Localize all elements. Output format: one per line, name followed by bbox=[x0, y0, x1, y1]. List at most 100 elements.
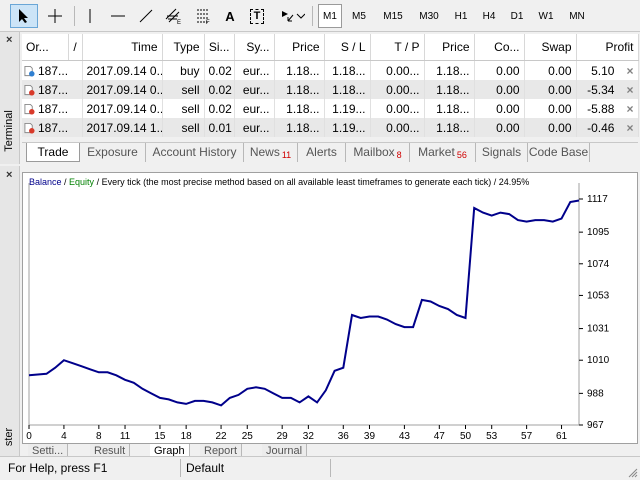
time-cell: 2017.09.14 0... bbox=[82, 60, 163, 80]
horizontal-line-icon[interactable] bbox=[106, 4, 130, 28]
timeframe-m5-button[interactable]: M5 bbox=[344, 4, 374, 28]
tp-cell: 0.00... bbox=[370, 99, 425, 118]
column-header[interactable]: Price bbox=[424, 34, 475, 61]
order-cell: 187... bbox=[22, 99, 83, 118]
tab-market[interactable]: Market 56 bbox=[410, 143, 476, 162]
sell-order-icon bbox=[24, 122, 35, 134]
tab-exposure[interactable]: Exposure bbox=[80, 143, 146, 162]
x-tick-label: 0 bbox=[26, 431, 32, 442]
tab-badge: 56 bbox=[456, 150, 467, 160]
y-tick-label: 1117 bbox=[587, 194, 608, 205]
tab-label: News bbox=[249, 145, 280, 159]
profile-name: Default bbox=[186, 461, 225, 475]
column-header[interactable]: Sy... bbox=[234, 34, 275, 61]
swap-cell: 0.00 bbox=[524, 80, 577, 99]
text-icon[interactable]: A bbox=[220, 4, 240, 28]
x-tick-label: 15 bbox=[154, 431, 166, 442]
tab-label: Alerts bbox=[306, 145, 337, 159]
cur_price-cell: 1.18... bbox=[424, 60, 475, 80]
column-header[interactable]: Swap bbox=[524, 34, 577, 61]
column-header[interactable]: T / P bbox=[370, 34, 425, 61]
sl-cell: 1.18... bbox=[324, 60, 371, 80]
tp-cell: 0.00... bbox=[370, 118, 425, 137]
timeframe-h4-button[interactable]: H4 bbox=[476, 4, 502, 28]
timeframe-w1-button[interactable]: W1 bbox=[532, 4, 560, 28]
status-bar: For Help, press F1 Default bbox=[0, 456, 640, 480]
commission-cell: 0.00 bbox=[474, 60, 525, 80]
close-order-icon[interactable]: × bbox=[626, 64, 633, 78]
tab-label: Trade bbox=[37, 145, 69, 159]
arrows-icon[interactable] bbox=[276, 4, 308, 28]
table-row[interactable]: 187... 2017.09.14 0... sell 0.02 eur... 1.18.… bbox=[22, 99, 639, 118]
profit-cell: -5.88 × bbox=[576, 99, 639, 118]
tester-tab-3[interactable]: Report bbox=[200, 444, 243, 456]
trendline-icon[interactable] bbox=[134, 4, 158, 28]
order-cell: 187... bbox=[22, 80, 83, 99]
x-tick-label: 61 bbox=[556, 431, 568, 442]
timeframe-m1-button[interactable]: M1 bbox=[318, 4, 342, 28]
channel-icon[interactable]: E bbox=[160, 4, 186, 28]
tab-code-base[interactable]: Code Base bbox=[528, 143, 590, 162]
tester-tab-2[interactable]: Graph bbox=[150, 444, 190, 456]
x-tick-label: 39 bbox=[364, 431, 376, 442]
cursor-icon[interactable] bbox=[10, 4, 38, 28]
tab-mailbox[interactable]: Mailbox 8 bbox=[346, 143, 410, 162]
order-id: 187... bbox=[38, 120, 69, 135]
column-header[interactable]: Profit bbox=[576, 34, 639, 61]
column-header[interactable]: Price bbox=[274, 34, 325, 61]
table-row[interactable]: 187... 2017.09.14 0... sell 0.02 eur... 1.18.… bbox=[22, 80, 639, 99]
timeframe-d1-button[interactable]: D1 bbox=[504, 4, 530, 28]
x-tick-label: 18 bbox=[181, 431, 193, 442]
close-order-icon[interactable]: × bbox=[626, 83, 633, 97]
terminal-close-icon[interactable]: × bbox=[6, 34, 12, 46]
column-header[interactable]: Si... bbox=[204, 34, 235, 61]
tester-label: ster bbox=[3, 427, 15, 447]
timeframe-h1-button[interactable]: H1 bbox=[448, 4, 474, 28]
column-header[interactable]: S / L bbox=[324, 34, 371, 61]
timeframe-m15-button[interactable]: M15 bbox=[376, 4, 410, 28]
tester-tab-1[interactable]: Result bbox=[90, 444, 131, 456]
table-row[interactable]: 187... 2017.09.14 0... buy 0.02 eur... 1.18..… bbox=[22, 60, 639, 80]
text-label-icon[interactable]: T bbox=[246, 4, 268, 28]
type-cell: sell bbox=[162, 118, 205, 137]
close-order-icon[interactable]: × bbox=[626, 102, 633, 116]
column-header[interactable]: / bbox=[68, 34, 83, 61]
order-id: 187... bbox=[38, 82, 69, 97]
column-header[interactable]: Time bbox=[82, 34, 163, 61]
help-text: For Help, press F1 bbox=[8, 461, 108, 475]
balance-line bbox=[28, 199, 580, 407]
close-order-icon[interactable]: × bbox=[626, 121, 633, 135]
chart-toolbar: E F A T M1 M5 M15 M30 H1 H4 D1 W1 MN bbox=[0, 0, 640, 32]
crosshair-icon[interactable] bbox=[42, 4, 68, 28]
tester-close-icon[interactable]: × bbox=[6, 169, 12, 181]
y-tick-label: 1010 bbox=[587, 355, 610, 366]
column-header[interactable]: Co... bbox=[474, 34, 525, 61]
tab-label: Code Base bbox=[528, 145, 589, 159]
timeframe-mn-button[interactable]: MN bbox=[562, 4, 592, 28]
tab-news[interactable]: News 11 bbox=[244, 143, 298, 162]
type-cell: sell bbox=[162, 99, 205, 118]
timeframe-m30-button[interactable]: M30 bbox=[412, 4, 446, 28]
table-row[interactable]: 187... 2017.09.14 1... sell 0.01 eur... 1.18.… bbox=[22, 118, 639, 137]
tab-account-history[interactable]: Account History bbox=[146, 143, 244, 162]
tab-alerts[interactable]: Alerts bbox=[298, 143, 346, 162]
column-header[interactable]: Or... bbox=[22, 34, 69, 61]
tester-tab-0[interactable]: Setti... bbox=[28, 444, 69, 456]
resize-grip-icon[interactable] bbox=[628, 468, 638, 478]
symbol-cell: eur... bbox=[234, 80, 275, 99]
cur_price-cell: 1.18... bbox=[424, 80, 475, 99]
vertical-line-icon[interactable] bbox=[80, 4, 100, 28]
y-tick-label: 1053 bbox=[587, 290, 610, 301]
x-tick-label: 29 bbox=[277, 431, 289, 442]
x-tick-label: 57 bbox=[521, 431, 533, 442]
tester-tab-4[interactable]: Journal bbox=[262, 444, 308, 456]
commission-cell: 0.00 bbox=[474, 80, 525, 99]
tab-trade[interactable]: Trade bbox=[26, 143, 80, 162]
tab-label: Account History bbox=[152, 145, 237, 159]
fibonacci-icon[interactable]: F bbox=[190, 4, 216, 28]
sell-order-icon bbox=[24, 103, 35, 115]
time-cell: 2017.09.14 0... bbox=[82, 80, 163, 99]
column-header[interactable]: Type bbox=[162, 34, 205, 61]
symbol-cell: eur... bbox=[234, 99, 275, 118]
tab-signals[interactable]: Signals bbox=[476, 143, 528, 162]
